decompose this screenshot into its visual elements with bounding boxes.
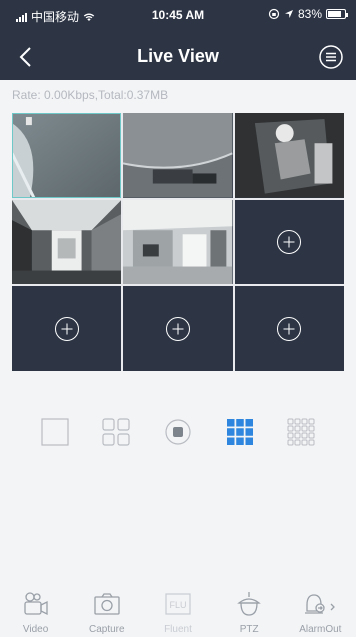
video-cell-2[interactable] bbox=[123, 113, 233, 198]
camera-feed-image bbox=[12, 199, 122, 285]
add-camera-icon[interactable] bbox=[276, 316, 302, 342]
video-cell-9[interactable] bbox=[234, 286, 344, 371]
video-label: Video bbox=[22, 624, 49, 635]
fluent-button[interactable]: FLU Fluent bbox=[143, 590, 213, 637]
video-cell-1[interactable] bbox=[12, 113, 122, 198]
video-cell-3[interactable] bbox=[234, 113, 344, 198]
video-cell-8[interactable] bbox=[123, 286, 233, 371]
layout-2x2-icon bbox=[102, 418, 130, 446]
video-cell-7[interactable] bbox=[12, 286, 122, 371]
video-camera-icon bbox=[23, 592, 48, 616]
layout-selector bbox=[0, 410, 356, 454]
header: 中国移动 10:45 AM 83% Live View bbox=[0, 0, 356, 80]
ptz-button[interactable]: PTZ bbox=[214, 590, 284, 637]
battery-icon bbox=[326, 9, 348, 19]
capture-label: Capture bbox=[88, 624, 125, 635]
camera-icon bbox=[94, 593, 120, 615]
page-title: Live View bbox=[137, 46, 219, 66]
camera-feed-image bbox=[123, 199, 233, 285]
layout-1x1-icon bbox=[41, 418, 69, 446]
status-bar: 中国移动 10:45 AM 83% bbox=[0, 0, 356, 30]
layout-1x1-button[interactable] bbox=[40, 417, 70, 447]
status-right: 83% bbox=[268, 7, 348, 21]
camera-feed-image bbox=[12, 113, 122, 198]
rate-text: Rate: 0.00Kbps,Total:0.37MB bbox=[12, 88, 169, 102]
menu-icon[interactable] bbox=[318, 44, 344, 70]
ptz-label: PTZ bbox=[239, 624, 259, 635]
fluent-quality-icon: FLU bbox=[165, 593, 191, 615]
add-camera-icon[interactable] bbox=[54, 316, 80, 342]
alarm-out-button[interactable]: AlarmOut bbox=[285, 590, 355, 637]
location-icon bbox=[284, 10, 293, 18]
video-cell-4[interactable] bbox=[12, 199, 122, 285]
layout-3x3-button[interactable] bbox=[225, 417, 255, 447]
camera-feed-image bbox=[123, 113, 233, 198]
nav-bar: Live View bbox=[0, 36, 356, 80]
add-camera-icon[interactable] bbox=[165, 316, 191, 342]
video-button[interactable]: Video bbox=[1, 590, 71, 637]
layout-2x2-button[interactable] bbox=[101, 417, 131, 447]
layout-4x4-button[interactable] bbox=[286, 417, 316, 447]
camera-feed-image bbox=[234, 113, 344, 198]
fluent-label: Fluent bbox=[164, 624, 192, 635]
battery-percent: 83% bbox=[297, 7, 322, 21]
add-camera-icon[interactable] bbox=[276, 229, 302, 255]
layout-4x4-icon bbox=[287, 418, 315, 446]
bottom-toolbar: Video Capture FLU Fluent PTZ AlarmOut bbox=[0, 590, 356, 637]
orientation-lock-icon bbox=[268, 8, 280, 20]
stop-all-button[interactable] bbox=[163, 417, 193, 447]
layout-3x3-icon bbox=[226, 419, 253, 445]
ptz-dome-camera-icon bbox=[237, 592, 262, 616]
video-cell-5[interactable] bbox=[123, 199, 233, 285]
alarm-out-label: AlarmOut bbox=[299, 624, 342, 635]
stop-all-icon bbox=[165, 419, 191, 445]
alarm-output-icon bbox=[305, 594, 336, 614]
video-cell-6[interactable] bbox=[234, 199, 344, 285]
capture-button[interactable]: Capture bbox=[72, 590, 142, 637]
video-grid bbox=[12, 113, 344, 371]
fluent-icon-text: FLU bbox=[169, 600, 186, 610]
